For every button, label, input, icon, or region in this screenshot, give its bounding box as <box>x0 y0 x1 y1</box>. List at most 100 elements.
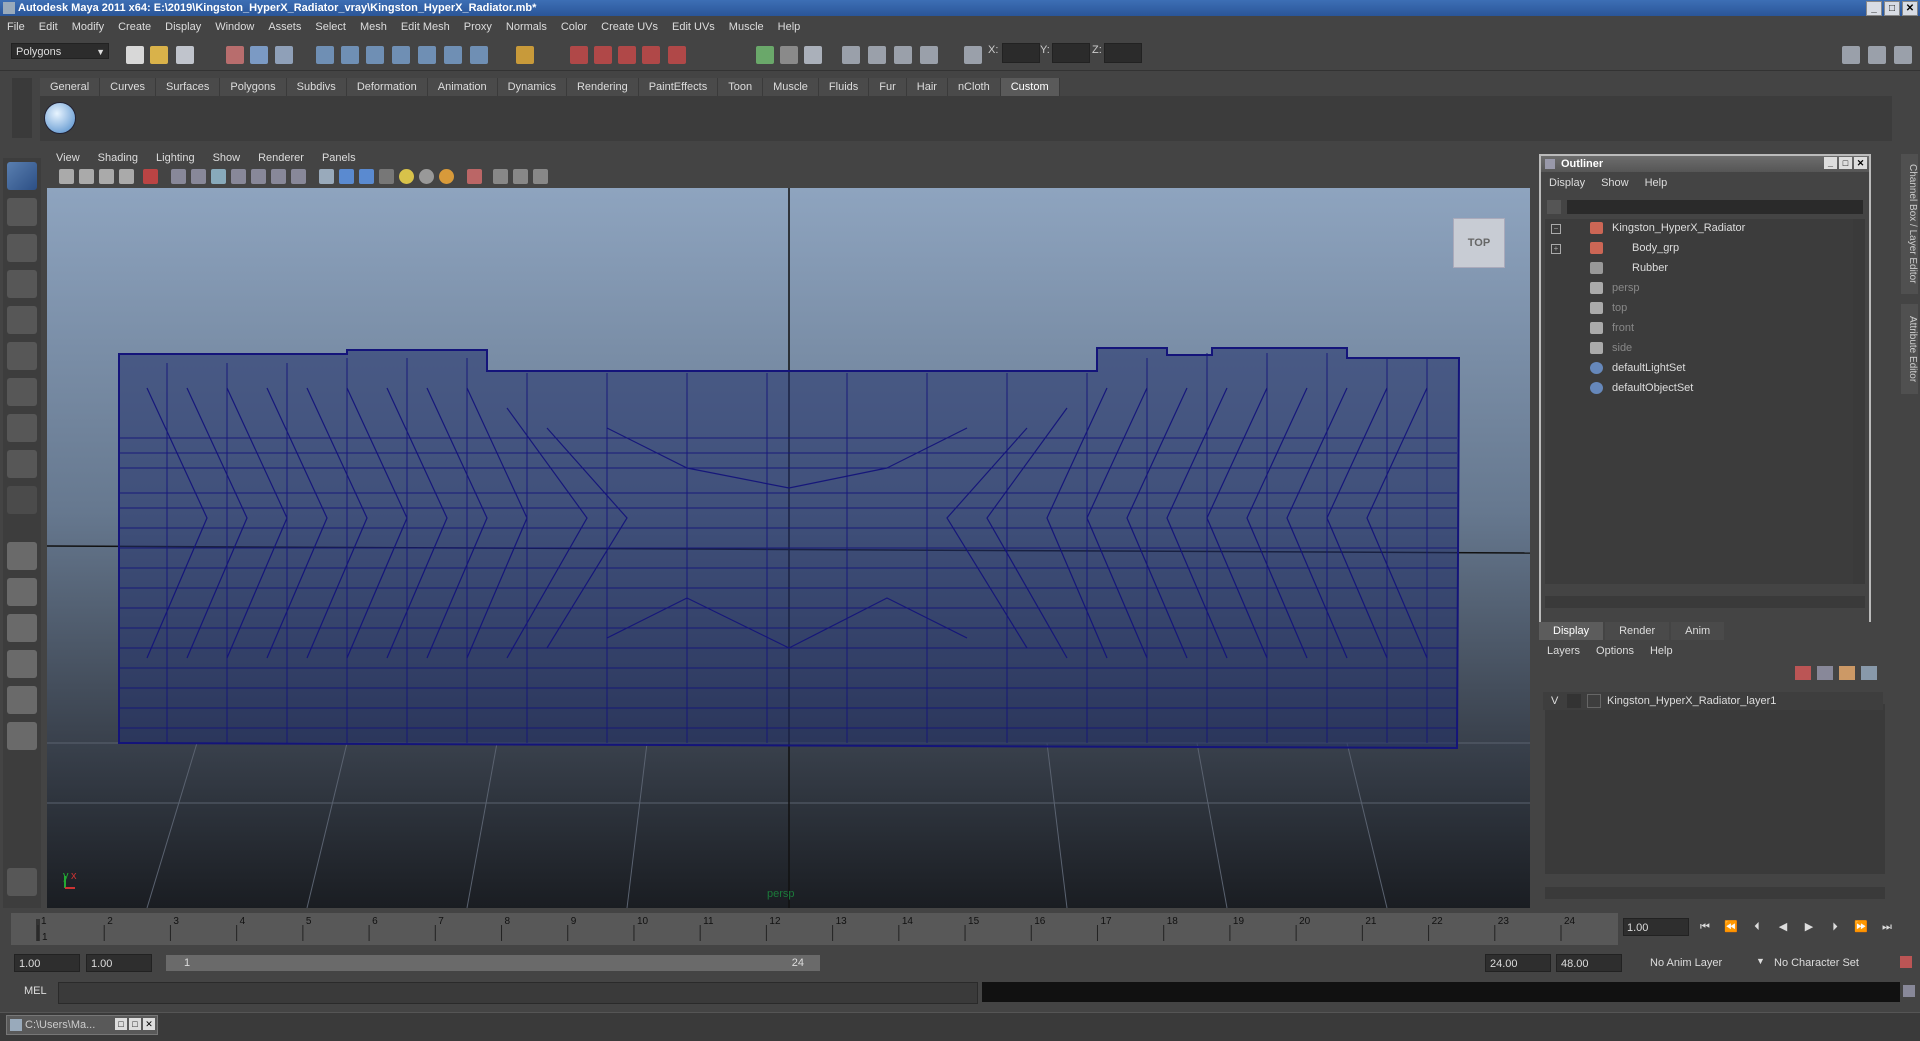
menu-select[interactable]: Select <box>308 21 353 33</box>
minimized-window[interactable]: C:\Users\Ma... □ □ ✕ <box>6 1015 158 1035</box>
graph-layout-icon[interactable] <box>7 722 37 750</box>
vp-menu-shading[interactable]: Shading <box>89 152 147 164</box>
resolution-gate-icon[interactable] <box>211 169 226 184</box>
channel-box-tab[interactable]: Channel Box / Layer Editor <box>1901 154 1918 294</box>
menu-muscle[interactable]: Muscle <box>722 21 771 33</box>
attribute-editor-tab[interactable]: Attribute Editor <box>1901 304 1918 394</box>
perspective-viewport[interactable]: TOP y x persp <box>47 188 1530 908</box>
step-back-key-button[interactable]: ⏪ <box>1721 919 1741 935</box>
range-slider[interactable]: 1 24 <box>166 955 820 971</box>
safe-action-icon[interactable] <box>271 169 286 184</box>
visibility-toggle[interactable]: V <box>1551 692 1558 710</box>
outliner-titlebar[interactable]: Outliner _ □ ✕ <box>1541 156 1869 172</box>
snap-point-icon[interactable] <box>366 46 384 64</box>
shelf-tab-animation[interactable]: Animation <box>427 78 498 96</box>
input-line-icon[interactable] <box>756 46 774 64</box>
end-time-field[interactable]: 48.00 <box>1556 954 1622 972</box>
menu-proxy[interactable]: Proxy <box>457 21 499 33</box>
field-chart-icon[interactable] <box>251 169 266 184</box>
shelf-tab-custom[interactable]: Custom <box>1000 78 1060 96</box>
playback-end-field[interactable]: 24.00 <box>1485 954 1551 972</box>
new-scene-icon[interactable] <box>126 46 144 64</box>
menu-edit-mesh[interactable]: Edit Mesh <box>394 21 457 33</box>
snap-grid-icon[interactable] <box>316 46 334 64</box>
shelf-tab-hair[interactable]: Hair <box>906 78 948 96</box>
step-forward-key-button[interactable]: ⏩ <box>1851 919 1871 935</box>
layer-color-swatch[interactable] <box>1587 694 1601 708</box>
menu-edit[interactable]: Edit <box>32 21 65 33</box>
vp-menu-view[interactable]: View <box>47 152 89 164</box>
shelf-tab-fluids[interactable]: Fluids <box>818 78 870 96</box>
image-plane-icon[interactable] <box>119 169 134 184</box>
shelf-tab-rendering[interactable]: Rendering <box>566 78 639 96</box>
textured-icon[interactable] <box>379 169 394 184</box>
all-lights-icon[interactable] <box>419 169 434 184</box>
last-tool-icon[interactable] <box>7 486 37 514</box>
start-time-field[interactable]: 1.00 <box>14 954 80 972</box>
snap-surface-icon[interactable] <box>418 46 436 64</box>
shelf-tab-muscle[interactable]: Muscle <box>763 78 819 96</box>
menu-edit-uvs[interactable]: Edit UVs <box>665 21 722 33</box>
close-button[interactable]: ✕ <box>1902 1 1918 16</box>
snap-plane-icon[interactable] <box>392 46 410 64</box>
new-layer-icon[interactable] <box>1795 666 1811 680</box>
render-frame-icon[interactable] <box>570 46 588 64</box>
history-icon[interactable] <box>470 46 488 64</box>
outliner-minimize-button[interactable]: _ <box>1824 157 1837 169</box>
outliner-menu-help[interactable]: Help <box>1637 177 1676 189</box>
show-manipulator-icon[interactable] <box>7 450 37 478</box>
safe-title-icon[interactable] <box>291 169 306 184</box>
shelf-tab-polygons[interactable]: Polygons <box>220 78 287 96</box>
persp-graph-layout-icon[interactable] <box>7 650 37 678</box>
current-frame-field[interactable]: 1.00 <box>1623 918 1689 936</box>
layer-add-selected-icon[interactable] <box>1817 666 1833 680</box>
render-view-icon[interactable] <box>668 46 686 64</box>
layer-tab-anim[interactable]: Anim <box>1671 622 1725 640</box>
outliner-persp-graph-layout-icon[interactable] <box>7 686 37 714</box>
save-scene-icon[interactable] <box>176 46 194 64</box>
outliner-vertical-scrollbar[interactable] <box>1853 219 1865 584</box>
expand-toggle[interactable]: + <box>1551 244 1561 254</box>
gate-mask-icon[interactable] <box>231 169 246 184</box>
menu-file[interactable]: File <box>0 21 32 33</box>
vp-menu-panels[interactable]: Panels <box>313 152 365 164</box>
layer-row[interactable]: V Kingston_HyperX_Radiator_layer1 <box>1543 692 1883 710</box>
vp-menu-show[interactable]: Show <box>204 152 250 164</box>
z-field[interactable] <box>1104 43 1142 63</box>
go-to-end-button[interactable]: ⏭ <box>1877 919 1897 935</box>
layer-menu-layers[interactable]: Layers <box>1539 642 1588 660</box>
hud-icon[interactable] <box>533 169 548 184</box>
select-component-icon[interactable] <box>275 46 293 64</box>
maximize-button[interactable]: □ <box>129 1018 141 1030</box>
trax-icon[interactable] <box>894 46 912 64</box>
select-tool-icon[interactable] <box>7 162 37 190</box>
menu-create[interactable]: Create <box>111 21 158 33</box>
shelf-tab-general[interactable]: General <box>40 78 101 96</box>
shelf-tab-toon[interactable]: Toon <box>718 78 764 96</box>
shelf-tab-surfaces[interactable]: Surfaces <box>155 78 221 96</box>
step-forward-frame-button[interactable]: ⏵ <box>1825 919 1845 935</box>
shelf-grip[interactable] <box>12 78 32 138</box>
shelf-tab-subdivs[interactable]: Subdivs <box>286 78 347 96</box>
vp-menu-renderer[interactable]: Renderer <box>249 152 313 164</box>
maximize-button[interactable]: □ <box>1884 1 1900 16</box>
menu-create-uvs[interactable]: Create UVs <box>594 21 665 33</box>
attribute-icon[interactable] <box>804 46 822 64</box>
graph-editor-icon[interactable] <box>842 46 860 64</box>
layer-tab-render[interactable]: Render <box>1605 622 1670 640</box>
menu-help[interactable]: Help <box>771 21 808 33</box>
menu-window[interactable]: Window <box>208 21 261 33</box>
shelf-tab-deformation[interactable]: Deformation <box>346 78 428 96</box>
rotate-tool-icon[interactable] <box>7 306 37 334</box>
shelf-tab-curves[interactable]: Curves <box>100 78 156 96</box>
outliner-horizontal-scrollbar[interactable] <box>1545 596 1865 608</box>
play-backward-button[interactable]: ◀ <box>1773 919 1793 935</box>
render-settings-icon[interactable] <box>618 46 636 64</box>
playback-toggle[interactable] <box>1567 694 1581 708</box>
select-object-icon[interactable] <box>250 46 268 64</box>
snap-curve-icon[interactable] <box>341 46 359 64</box>
lasso-tool-icon[interactable] <box>7 198 37 226</box>
playback-start-field[interactable]: 1.00 <box>86 954 152 972</box>
channel-box-toggle-icon[interactable] <box>1842 46 1860 64</box>
close-button[interactable]: ✕ <box>143 1018 155 1030</box>
